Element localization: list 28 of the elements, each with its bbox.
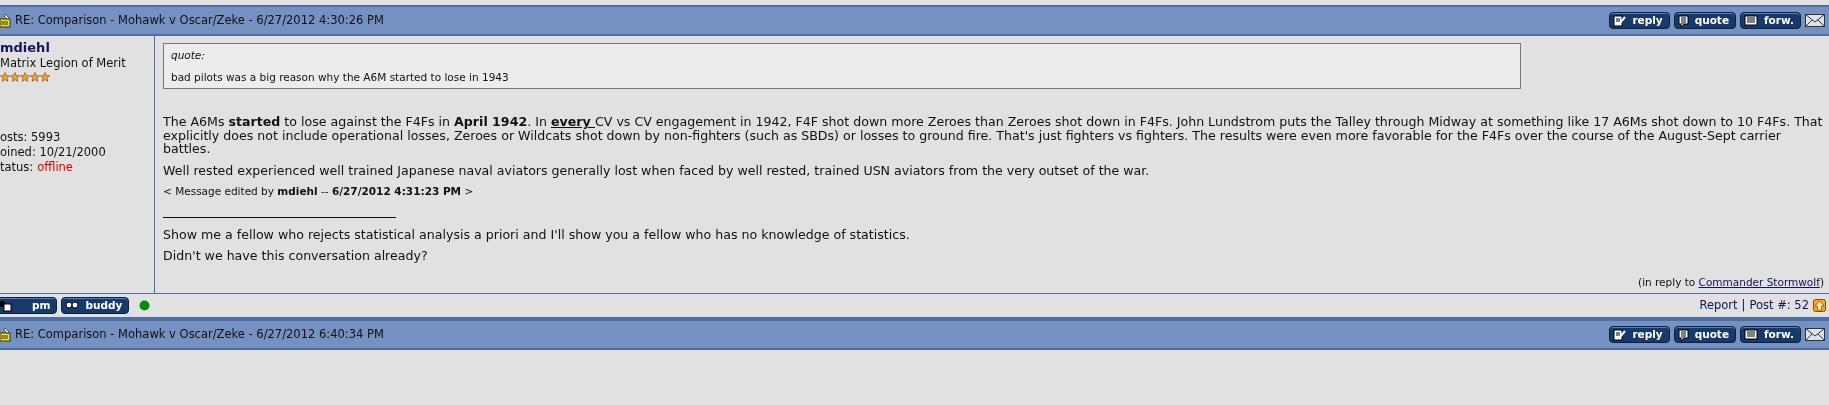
post-action-button[interactable]: reply xyxy=(1609,12,1670,29)
post-title: RE: Comparison - Mohawk v Oscar/Zeke - 6/27/2012 4:30:26 PM xyxy=(15,11,384,29)
post-title: RE: Comparison - Mohawk v Oscar/Zeke - 6/27/2012 6:40:34 PM xyxy=(15,325,384,343)
status-label: tatus: xyxy=(0,160,34,176)
user-status: offline xyxy=(37,160,73,176)
post-number: Post #: 52 xyxy=(1749,296,1809,314)
signature-text: Show me a fellow who rejects statistical analysis a priori and I'll show you a fellow who has no knowledge of statistics. xyxy=(163,227,911,241)
post-count: osts: 5993 xyxy=(0,130,62,146)
user-link[interactable]: Commander Stormwolf xyxy=(1698,275,1820,288)
signature-text: Didn't we have this conversation already? xyxy=(163,249,429,263)
quote-label: quote: xyxy=(171,49,206,63)
user-rank: Matrix Legion of Merit xyxy=(0,55,127,72)
quote-text: bad pilots was a big reason why the A6M started to lose in 1943 xyxy=(171,70,510,84)
post-action-button[interactable]: reply xyxy=(1609,326,1670,343)
post-paragraph: Well rested experienced well trained Japanese naval aviators generally lost when faced by well rested, trained USN aviators from the very outset of the war. xyxy=(163,163,1151,177)
separator: | xyxy=(1741,296,1746,314)
username[interactable]: mdiehl xyxy=(0,40,152,55)
report-link[interactable]: Report xyxy=(1699,296,1738,315)
post-action-button[interactable]: forw. xyxy=(1740,12,1801,29)
post-action-button[interactable]: forw. xyxy=(1740,326,1801,343)
join-date: oined: 10/21/2000 xyxy=(0,145,107,161)
post-action-button[interactable]: quote xyxy=(1673,326,1736,343)
user-action-button[interactable]: buddy xyxy=(61,297,130,314)
user-action-button[interactable]: pm xyxy=(0,297,58,314)
post-action-button[interactable]: quote xyxy=(1673,12,1736,29)
edit-note: < Message edited by mdiehl -- 6/27/2012 4:31:23 PM > xyxy=(163,185,475,199)
reply-note: (in reply to Commander Stormwolf) xyxy=(1638,275,1824,289)
post-paragraph: The A6Ms started to lose against the F4Fs in April 1942. In every CV vs CV engagement in 1942, F4F shot down more Zeroes than Zeroes shot down in F4Fs. John Lundstrom puts the Talley through Midway at something like 17 A6Ms shot down to 10 F4Fs. That explicitly does not include operational losses, Zeroes or Wildcats shot down by non-fighters (such as SBDs) or losses to ground fire. That's just fighters vs fighters. The results were even more favorable for the F4Fs over the course of the August-Sept carrier battles. xyxy=(163,115,1824,156)
